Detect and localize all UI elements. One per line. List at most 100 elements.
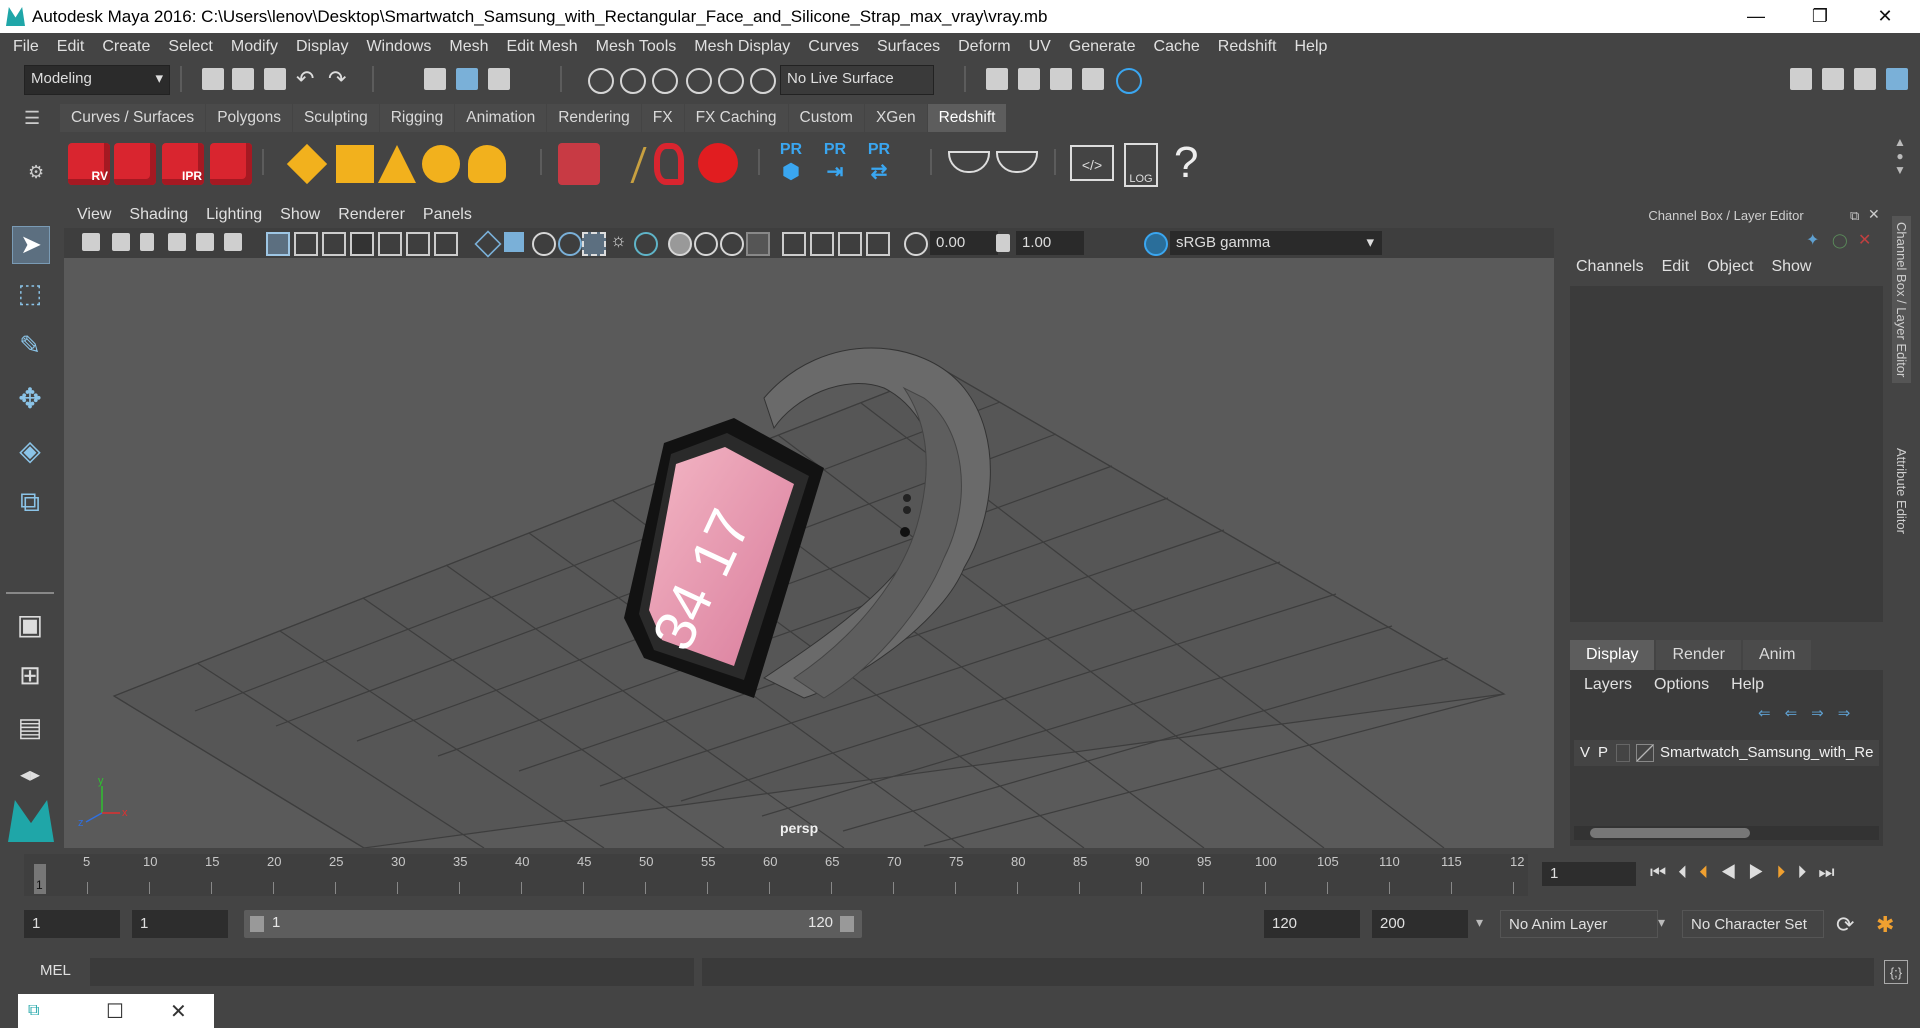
open-scene-icon[interactable] — [232, 68, 254, 90]
gamma-field[interactable]: 1.00 — [1016, 231, 1084, 255]
channelbox-menu-show[interactable]: Show — [1771, 258, 1821, 276]
textured-icon[interactable] — [582, 232, 606, 256]
viewport-menu-shading[interactable]: Shading — [120, 202, 197, 228]
tab-anim[interactable]: Anim — [1742, 640, 1812, 670]
menu-create[interactable]: Create — [93, 33, 159, 61]
tab-render[interactable]: Render — [1656, 640, 1741, 670]
depth-of-field-icon[interactable] — [746, 232, 770, 256]
sync-icon[interactable]: ◯ — [1832, 232, 1848, 249]
maximize-window-icon[interactable]: ☐ — [106, 999, 124, 1024]
pr-cube-icon[interactable]: PR ⬢ — [774, 141, 808, 184]
maximize-button[interactable]: ❐ — [1795, 2, 1845, 30]
exposure-icon[interactable] — [904, 232, 928, 256]
float-panel-icon[interactable]: ⧉ — [1850, 208, 1859, 224]
layout-toggle-icon[interactable]: ◂▸ — [12, 762, 48, 798]
menu-mesh-tools[interactable]: Mesh Tools — [587, 33, 686, 61]
current-time-marker[interactable]: 1 — [34, 864, 46, 894]
maya-home-icon[interactable] — [8, 800, 54, 842]
layer-playback-toggle[interactable]: P — [1598, 740, 1608, 766]
select-hierarchy-icon[interactable] — [424, 68, 446, 90]
outliner-layout-icon[interactable]: ▤ — [12, 712, 48, 748]
scene-end-field[interactable]: 200 — [1372, 910, 1468, 938]
tab-fx[interactable]: FX — [641, 104, 684, 132]
tab-animation[interactable]: Animation — [455, 104, 547, 132]
close-panel-icon[interactable]: ✕ — [1868, 206, 1880, 223]
tab-redshift[interactable]: Redshift — [927, 104, 1007, 132]
lights-icon[interactable]: ☼ — [610, 230, 632, 252]
script-editor-button[interactable]: {;} — [1884, 960, 1908, 984]
select-object-icon[interactable] — [456, 68, 478, 90]
redshift-batch-render-icon[interactable] — [114, 143, 156, 185]
dome-light-icon[interactable] — [422, 145, 460, 183]
viewport-menu-renderer[interactable]: Renderer — [329, 202, 414, 228]
2d-pan-zoom-icon[interactable] — [196, 233, 214, 251]
menu-file[interactable]: File — [4, 33, 48, 61]
wireframe-icon[interactable] — [474, 230, 502, 258]
layer-action-icons[interactable]: ⇐⇐⇒⇒ — [1758, 704, 1864, 722]
layer-scrollbar[interactable] — [1574, 826, 1879, 840]
snap-point-icon[interactable] — [652, 68, 678, 94]
paint-select-tool-icon[interactable]: ✎ — [12, 330, 48, 366]
tab-rendering[interactable]: Rendering — [547, 104, 641, 132]
layer-visibility-toggle[interactable]: V — [1580, 740, 1590, 766]
select-component-icon[interactable] — [488, 68, 510, 90]
chevron-down-icon[interactable]: ▾ — [1476, 914, 1483, 931]
menu-display[interactable]: Display — [287, 33, 357, 61]
image-plane-icon[interactable] — [168, 233, 186, 251]
isolate-select-icon[interactable] — [782, 232, 806, 256]
scene-start-field[interactable]: 1 — [24, 910, 120, 938]
layer-type-toggle[interactable] — [1616, 744, 1630, 762]
layer-color-swatch[interactable] — [1636, 744, 1654, 762]
close-window-icon[interactable]: ✕ — [170, 999, 187, 1024]
proxy-icon[interactable] — [558, 143, 600, 185]
tab-sculpting[interactable]: Sculpting — [292, 104, 379, 132]
snap-grid-icon[interactable] — [588, 68, 614, 94]
shelf-settings-icon[interactable]: ⚙ — [28, 162, 44, 183]
layer-row[interactable]: V P Smartwatch_Samsung_with_Re — [1574, 740, 1879, 766]
menu-mesh-display[interactable]: Mesh Display — [685, 33, 799, 61]
menu-uv[interactable]: UV — [1020, 33, 1060, 61]
xray-active-icon[interactable] — [838, 232, 862, 256]
time-slider[interactable]: 1 5 10 15 20 25 30 35 40 45 50 55 60 65 … — [24, 854, 1528, 896]
shelf-scroll[interactable]: ▲ ● ▼ — [1888, 135, 1912, 191]
step-forward-key-icon[interactable]: ⏵ — [1776, 862, 1797, 882]
tab-xgen[interactable]: XGen — [864, 104, 927, 132]
range-start-handle[interactable] — [250, 916, 264, 932]
anim-layer-dropdown[interactable]: No Anim Layer — [1500, 910, 1658, 938]
snap-surface-icon[interactable] — [718, 68, 744, 94]
script-editor-icon[interactable]: </> — [1070, 145, 1114, 181]
live-surface-field[interactable]: No Live Surface — [780, 65, 934, 95]
menu-redshift[interactable]: Redshift — [1209, 33, 1286, 61]
tab-fx-caching[interactable]: FX Caching — [684, 104, 788, 132]
pr-export-icon[interactable]: PR ⇥ — [818, 141, 852, 184]
menu-windows[interactable]: Windows — [357, 33, 440, 61]
play-backwards-icon[interactable]: ◀ — [1720, 862, 1748, 882]
move-tool-icon[interactable]: ✥ — [12, 382, 48, 418]
playback-end-field[interactable]: 120 — [1264, 910, 1360, 938]
step-forward-icon[interactable]: ⏵ — [1797, 862, 1818, 882]
perspective-viewport[interactable]: 17 34 y x z persp — [64, 258, 1554, 848]
scrollbar-thumb[interactable] — [1590, 828, 1750, 838]
camera-attributes-icon[interactable] — [112, 233, 130, 251]
anti-aliasing-icon[interactable] — [720, 232, 744, 256]
go-to-end-icon[interactable]: ⏭ — [1818, 862, 1846, 882]
channel-box-icon[interactable] — [1886, 68, 1908, 90]
bake-icon[interactable] — [948, 151, 990, 173]
field-chart-icon[interactable] — [378, 232, 402, 256]
single-perspective-layout-icon[interactable]: ▣ — [12, 608, 48, 644]
gate-mask-icon[interactable] — [350, 232, 374, 256]
snap-curve-icon[interactable] — [620, 68, 646, 94]
gamma-icon[interactable] — [996, 234, 1010, 252]
ipr-render-icon[interactable] — [1050, 68, 1072, 90]
render-settings-icon[interactable] — [1082, 68, 1104, 90]
safe-title-icon[interactable] — [434, 232, 458, 256]
channel-list[interactable] — [1570, 286, 1883, 622]
grease-pencil-icon[interactable] — [224, 233, 242, 251]
menu-curves[interactable]: Curves — [799, 33, 868, 61]
command-input[interactable] — [90, 958, 694, 986]
save-scene-icon[interactable] — [264, 68, 286, 90]
sun-sky-icon[interactable] — [468, 145, 506, 183]
layer-menu-help[interactable]: Help — [1731, 676, 1764, 694]
redshift-ipr-icon[interactable]: IPR — [162, 143, 204, 185]
hypershade-icon[interactable] — [1116, 68, 1142, 94]
